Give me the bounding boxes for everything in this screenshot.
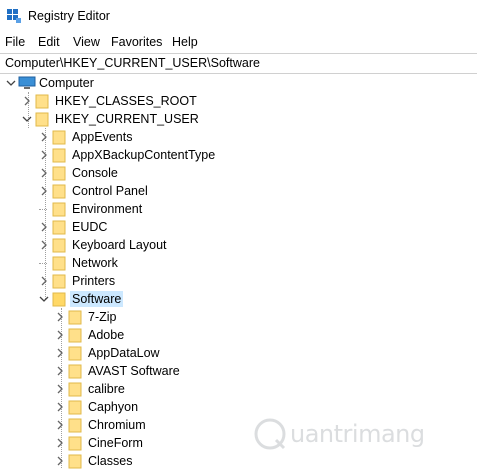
chevron-right-icon[interactable]: [37, 165, 51, 181]
tree-node-hkey-current-user[interactable]: HKEY_CURRENT_USER: [20, 110, 220, 128]
tree-label: Adobe: [88, 328, 125, 342]
chevron-right-icon[interactable]: [20, 93, 34, 109]
folder-icon: [52, 238, 66, 253]
chevron-right-icon[interactable]: [53, 417, 67, 433]
tree-node-appdatalow[interactable]: AppDataLow: [53, 344, 313, 362]
folder-icon: [68, 400, 82, 415]
address-bar[interactable]: Computer\HKEY_CURRENT_USER\Software: [0, 53, 477, 74]
tree-node-printers[interactable]: Printers: [37, 272, 297, 290]
tree-label: Environment: [72, 202, 143, 216]
menu-edit[interactable]: Edit: [38, 35, 60, 49]
menu-file[interactable]: File: [5, 35, 25, 49]
tree-node-environment[interactable]: Environment: [37, 200, 297, 218]
tree-label: HKEY_CLASSES_ROOT: [55, 94, 197, 108]
folder-icon: [52, 202, 66, 217]
tree-label: Network: [72, 256, 118, 270]
folder-icon: [68, 454, 82, 469]
chevron-right-icon[interactable]: [37, 273, 51, 289]
tree-label: HKEY_CURRENT_USER: [55, 112, 199, 126]
window-title: Registry Editor: [28, 9, 110, 23]
watermark: uantrimang: [250, 410, 470, 460]
chevron-right-icon[interactable]: [37, 129, 51, 145]
title-bar: Registry Editor: [0, 0, 477, 32]
tree-label: Keyboard Layout: [72, 238, 167, 252]
folder-icon: [52, 184, 66, 199]
tree-label: 7-Zip: [88, 310, 117, 324]
tree-node-adobe[interactable]: Adobe: [53, 326, 313, 344]
tree-node-control-panel[interactable]: Control Panel: [37, 182, 297, 200]
tree-node-7-zip[interactable]: 7-Zip: [53, 308, 313, 326]
tree-label: Console: [72, 166, 118, 180]
chevron-down-icon[interactable]: [20, 111, 34, 127]
chevron-right-icon[interactable]: [37, 183, 51, 199]
chevron-right-icon[interactable]: [53, 453, 67, 469]
chevron-right-icon[interactable]: [37, 147, 51, 163]
chevron-right-icon[interactable]: [53, 345, 67, 361]
chevron-right-icon[interactable]: [53, 363, 67, 379]
tree-node-keyboard-layout[interactable]: Keyboard Layout: [37, 236, 297, 254]
folder-icon: [52, 130, 66, 145]
tree-connector: [39, 209, 47, 210]
folder-icon: [52, 256, 66, 271]
tree-node-network[interactable]: Network: [37, 254, 297, 272]
folder-icon: [68, 418, 82, 433]
menu-favorites[interactable]: Favorites: [111, 35, 162, 49]
tree-connector: [39, 263, 47, 264]
watermark-logo-icon: [254, 418, 286, 450]
folder-icon: [68, 364, 82, 379]
tree-label: Chromium: [88, 418, 146, 432]
folder-icon: [35, 112, 49, 127]
folder-icon: [68, 310, 82, 325]
tree-label: AppEvents: [72, 130, 133, 144]
tree-label: CineForm: [88, 436, 143, 450]
tree-label: AppDataLow: [88, 346, 160, 360]
folder-icon: [52, 166, 66, 181]
folder-icon: [52, 148, 66, 163]
folder-icon: [52, 274, 66, 289]
tree-label: Classes: [88, 454, 133, 468]
folder-icon: [68, 328, 82, 343]
watermark-text: uantrimang: [290, 420, 425, 448]
tree-node-console[interactable]: Console: [37, 164, 297, 182]
chevron-right-icon[interactable]: [53, 327, 67, 343]
tree-label: AVAST Software: [88, 364, 180, 378]
folder-icon: [52, 220, 66, 235]
chevron-right-icon[interactable]: [53, 309, 67, 325]
chevron-right-icon[interactable]: [53, 381, 67, 397]
chevron-down-icon[interactable]: [37, 291, 51, 307]
menu-help[interactable]: Help: [172, 35, 198, 49]
chevron-down-icon[interactable]: [4, 75, 18, 91]
folder-icon: [68, 346, 82, 361]
chevron-right-icon[interactable]: [37, 219, 51, 235]
folder-icon: [35, 94, 49, 109]
chevron-right-icon[interactable]: [53, 399, 67, 415]
folder-open-icon: [52, 292, 66, 307]
computer-icon: [18, 76, 36, 89]
tree-node-appevents[interactable]: AppEvents: [37, 128, 297, 146]
folder-icon: [68, 382, 82, 397]
tree-node-software[interactable]: Software: [37, 290, 297, 308]
tree-label: Printers: [72, 274, 116, 288]
registry-editor-icon: [7, 9, 21, 23]
tree-node-calibre[interactable]: calibre: [53, 380, 313, 398]
tree-label: Caphyon: [88, 400, 139, 414]
tree-node-appxbackupcontenttype[interactable]: AppXBackupContentType: [37, 146, 297, 164]
chevron-right-icon[interactable]: [37, 237, 51, 253]
tree-label: calibre: [88, 382, 125, 396]
tree-node-eudc[interactable]: EUDC: [37, 218, 297, 236]
tree-label: Control Panel: [72, 184, 148, 198]
tree-node-avast-software[interactable]: AVAST Software: [53, 362, 313, 380]
tree-label: EUDC: [72, 220, 108, 234]
tree-label-selected: Software: [70, 291, 124, 307]
tree-label: Computer: [39, 76, 94, 90]
chevron-right-icon[interactable]: [53, 435, 67, 451]
tree-label: AppXBackupContentType: [72, 148, 216, 162]
menu-view[interactable]: View: [73, 35, 100, 49]
address-path[interactable]: Computer\HKEY_CURRENT_USER\Software: [5, 56, 260, 70]
tree-node-computer[interactable]: Computer: [4, 74, 204, 92]
menu-bar: File Edit View Favorites Help: [0, 33, 477, 51]
tree-node-hkey-classes-root[interactable]: HKEY_CLASSES_ROOT: [20, 92, 220, 110]
folder-icon: [68, 436, 82, 451]
